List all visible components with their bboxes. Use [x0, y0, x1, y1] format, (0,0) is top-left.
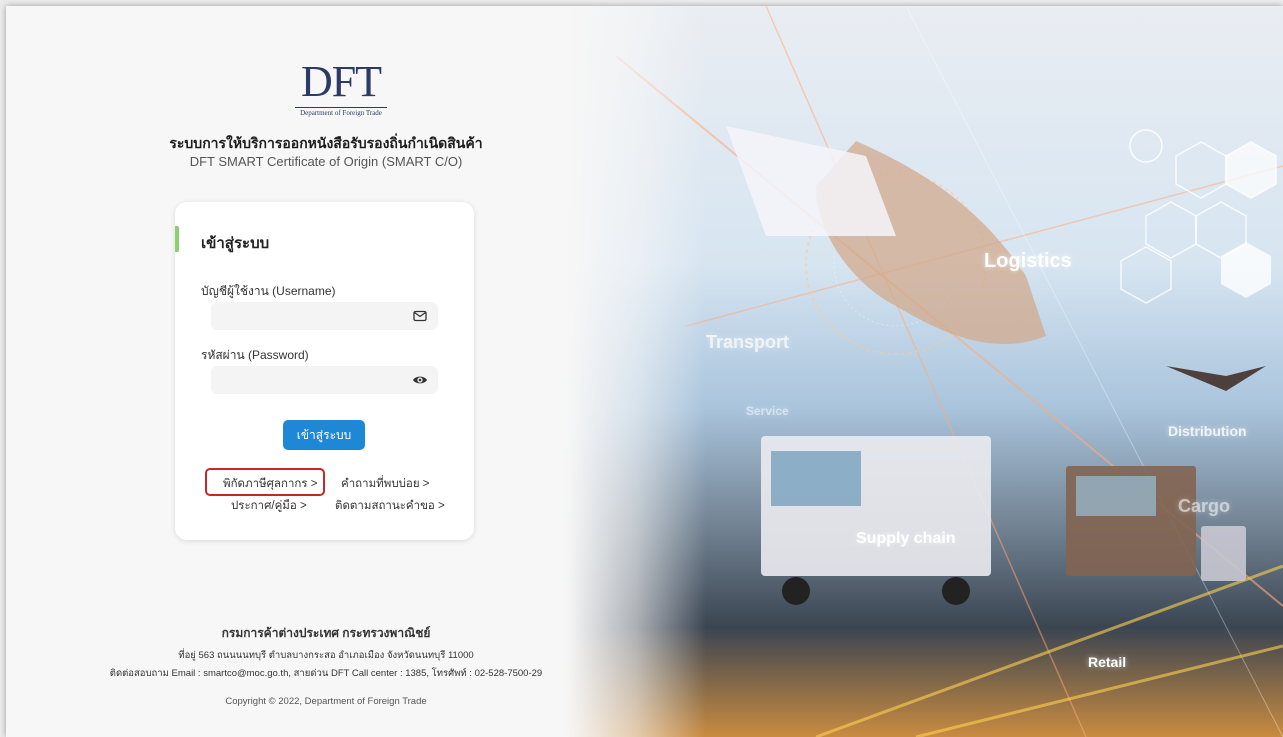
hero-label-distribution: Distribution: [1168, 423, 1247, 439]
announcements-link[interactable]: ประกาศ/คู่มือ >: [231, 497, 307, 515]
hero-label-transport: Transport: [706, 332, 790, 352]
hero-label-retail: Retail: [1088, 654, 1127, 670]
password-input[interactable]: [211, 366, 411, 392]
logo-mark: DFT: [300, 57, 382, 106]
page-title-th: ระบบการให้บริการออกหนังสือรับรองถิ่นกำเน…: [169, 135, 483, 151]
login-panel: DFT Department of Foreign Trade ระบบการใ…: [6, 6, 646, 737]
heading-accent-bar: [175, 226, 179, 252]
track-status-link[interactable]: ติดตามสถานะคำขอ >: [335, 497, 445, 515]
login-page: DFT Department of Foreign Trade ระบบการใ…: [6, 6, 1283, 737]
login-button[interactable]: เข้าสู่ระบบ: [283, 420, 365, 450]
page-title-en: DFT SMART Certificate of Origin (SMART C…: [189, 154, 463, 169]
dft-logo: DFT Department of Foreign Trade: [286, 60, 396, 117]
hero-fade: [566, 6, 706, 737]
hero-image: Logistics Transport Service Distribution…: [566, 6, 1283, 737]
hero-label-logistics: Logistics: [984, 250, 1072, 272]
password-field-wrapper: [211, 366, 438, 394]
footer-copyright: Copyright © 2022, Department of Foreign …: [225, 696, 427, 707]
mail-icon: [413, 310, 427, 322]
hero-label-supply-chain: Supply chain: [856, 530, 956, 547]
password-label: รหัสผ่าน (Password): [201, 348, 309, 362]
hero-label-cargo: Cargo: [1178, 496, 1231, 516]
logo-rule: [295, 107, 387, 108]
footer-contact: ติดต่อสอบถาม Email : smartco@moc.go.th, …: [109, 668, 543, 679]
username-input[interactable]: [211, 302, 411, 328]
hero-label-service: Service: [746, 404, 789, 418]
login-card: เข้าสู่ระบบ บัญชีผู้ใช้งาน (Username) รห…: [175, 202, 474, 540]
tariff-link[interactable]: พิกัดภาษีศุลกากร >: [223, 475, 317, 493]
username-field-wrapper: [211, 302, 438, 330]
faq-link[interactable]: คำถามที่พบบ่อย >: [341, 475, 429, 493]
footer-address: ที่อยู่ 563 ถนนนนทบุรี ตำบลบางกระสอ อำเภ…: [178, 650, 474, 661]
login-heading: เข้าสู่ระบบ: [201, 235, 270, 252]
logo-subtitle: Department of Foreign Trade: [300, 109, 382, 117]
footer-org: กรมการค้าต่างประเทศ กระทรวงพาณิชย์: [221, 626, 431, 640]
eye-icon[interactable]: [412, 372, 428, 388]
username-label: บัญชีผู้ใช้งาน (Username): [201, 284, 336, 298]
